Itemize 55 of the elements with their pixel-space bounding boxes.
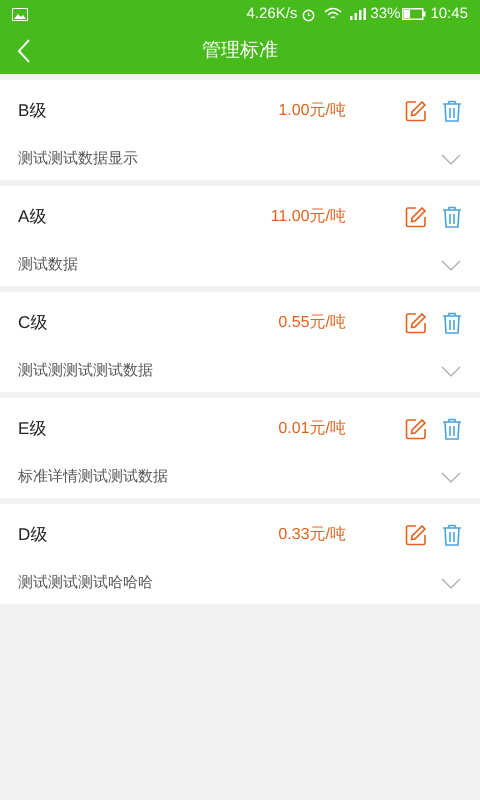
edit-icon: [405, 100, 427, 122]
trash-icon: [442, 524, 462, 546]
page-title: 管理标准: [202, 38, 278, 63]
grade-name: D级: [18, 524, 48, 546]
edit-icon: [405, 524, 427, 546]
edit-icon: [405, 312, 427, 334]
edit-button[interactable]: [404, 523, 428, 547]
edit-icon: [405, 206, 427, 228]
trash-icon: [442, 206, 462, 228]
chevron-icon: [441, 366, 461, 376]
description: 测试测测试测试数据: [18, 360, 154, 381]
delete-button[interactable]: [440, 205, 464, 229]
grade-name: B级: [18, 100, 48, 122]
battery-percent: 33%: [370, 4, 400, 24]
description: 测试测试测试哈哈哈: [18, 572, 154, 593]
price: 1.00元/吨: [278, 100, 346, 121]
expand-toggle[interactable]: [440, 470, 462, 484]
chevron-icon: [441, 472, 461, 482]
description: 测试测试数据显示: [18, 148, 139, 169]
grade-name: A级: [18, 206, 48, 228]
delete-button[interactable]: [440, 99, 464, 123]
delete-button[interactable]: [440, 311, 464, 335]
signal-icon: [350, 8, 366, 20]
grade-name: E级: [18, 418, 48, 440]
price: 0.01元/吨: [278, 418, 346, 439]
wifi-icon: [324, 7, 342, 21]
expand-toggle[interactable]: [440, 152, 462, 166]
chevron-icon: [441, 154, 461, 164]
grade-name: C级: [18, 312, 48, 334]
clock: 10:45: [430, 4, 468, 24]
expand-toggle[interactable]: [440, 576, 462, 590]
expand-toggle[interactable]: [440, 258, 462, 272]
trash-icon: [442, 100, 462, 122]
chevron-icon: [441, 260, 461, 270]
description: 测试数据: [18, 254, 79, 275]
edit-button[interactable]: [404, 311, 428, 335]
edit-button[interactable]: [404, 417, 428, 441]
delete-button[interactable]: [440, 523, 464, 547]
description: 标准详情测试测试数据: [18, 466, 169, 487]
edit-icon: [405, 418, 427, 440]
trash-icon: [442, 312, 462, 334]
trash-icon: [442, 418, 462, 440]
price: 0.33元/吨: [278, 524, 346, 545]
battery-icon: [402, 8, 426, 20]
network-speed: 4.26K/s: [246, 4, 298, 24]
back-icon: [17, 39, 31, 63]
edit-button[interactable]: [404, 205, 428, 229]
price: 11.00元/吨: [270, 206, 346, 227]
edit-button[interactable]: [404, 99, 428, 123]
expand-toggle[interactable]: [440, 364, 462, 378]
chevron-icon: [441, 578, 461, 588]
alarm-icon: [301, 6, 316, 22]
delete-button[interactable]: [440, 417, 464, 441]
image-icon: [12, 8, 28, 20]
price: 0.55元/吨: [278, 312, 346, 333]
